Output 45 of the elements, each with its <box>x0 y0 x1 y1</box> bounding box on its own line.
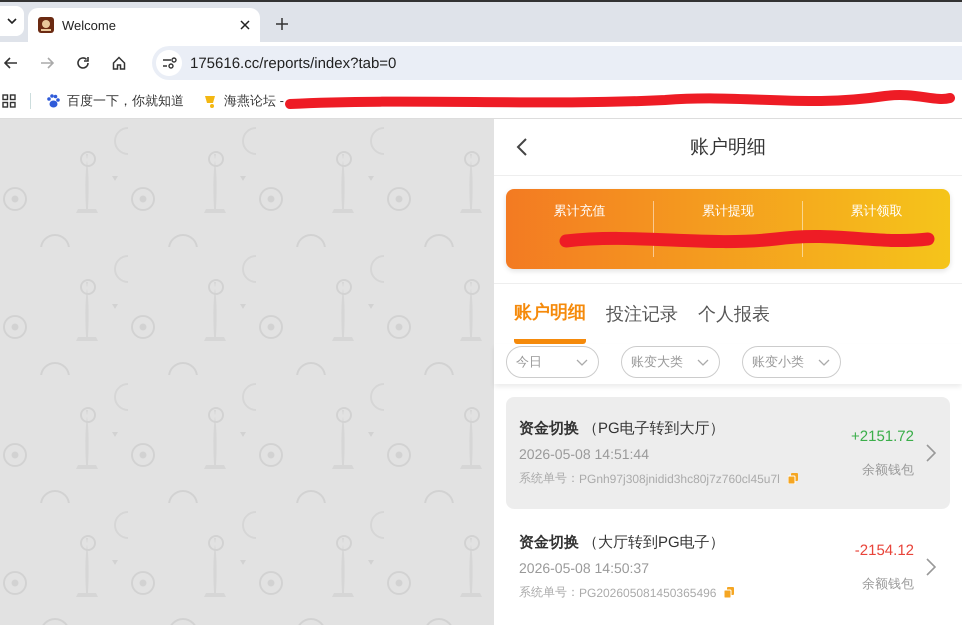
record-time: 2026-05-08 14:50:37 <box>519 560 650 576</box>
site-settings-icon[interactable] <box>156 50 182 76</box>
order-number: PG202605081450365496 <box>579 586 716 600</box>
site-logo-icon <box>38 17 54 33</box>
chevron-down-icon <box>818 358 830 366</box>
back-icon[interactable] <box>4 57 18 69</box>
record-type: 资金切换 <box>519 419 579 438</box>
chevron-down-icon <box>697 358 709 366</box>
summary-label: 累计领取 <box>850 202 902 218</box>
chevron-right-icon <box>926 444 936 462</box>
tab[interactable]: 个人报表 <box>698 298 770 344</box>
chevron-down-icon <box>7 18 17 24</box>
summary-label: 累计提现 <box>702 202 754 218</box>
summary-label: 累计充值 <box>554 202 606 218</box>
order-number: PGnh97j308jnidid3hc80j7z760cl45u7l <box>579 472 780 486</box>
home-icon[interactable] <box>112 56 126 70</box>
paw-icon <box>45 93 61 109</box>
url-text: 175616.cc/reports/index?tab=0 <box>190 54 396 72</box>
close-icon[interactable] <box>240 20 250 30</box>
order-label: 系统单号： <box>519 584 579 601</box>
back-chevron-icon[interactable] <box>516 137 528 157</box>
order-label: 系统单号： <box>519 470 579 487</box>
record-time: 2026-05-08 14:51:44 <box>519 446 650 462</box>
record-detail: （PG电子转到大厅） <box>583 419 725 438</box>
page-title: 账户明细 <box>690 136 766 160</box>
chevron-down-icon <box>576 358 588 366</box>
chevron-right-icon <box>926 558 936 576</box>
tab-title: Welcome <box>62 18 117 32</box>
bell-icon <box>202 93 218 109</box>
record-detail: （大厅转到PG电子） <box>583 533 725 552</box>
amount: +2151.72 <box>851 428 914 444</box>
amount: -2154.12 <box>854 542 914 558</box>
tab-list-button[interactable] <box>0 6 24 36</box>
reload-icon[interactable] <box>76 56 90 70</box>
browser-tab[interactable]: Welcome <box>28 8 260 42</box>
record-type: 资金切换 <box>519 533 579 552</box>
record-row[interactable]: 资金切换 （PG电子转到大厅） 2026-05-08 14:51:44 系统单号：PGnh97j308jnidid3hc80j7z760cl45u7l +2151.72 余额钱包 <box>506 397 950 509</box>
address-bar[interactable]: 175616.cc/reports/index?tab=0 <box>152 46 962 80</box>
new-tab-icon[interactable] <box>276 18 288 30</box>
wallet-label: 余额钱包 <box>862 460 914 478</box>
tab[interactable]: 投注记录 <box>606 298 678 344</box>
bookmark[interactable]: 百度一下，你就知道 <box>45 92 184 110</box>
apps-grid-icon[interactable] <box>2 94 16 108</box>
wallet-label: 余额钱包 <box>862 574 914 592</box>
bookmark[interactable]: 海燕论坛 - <box>202 92 284 110</box>
